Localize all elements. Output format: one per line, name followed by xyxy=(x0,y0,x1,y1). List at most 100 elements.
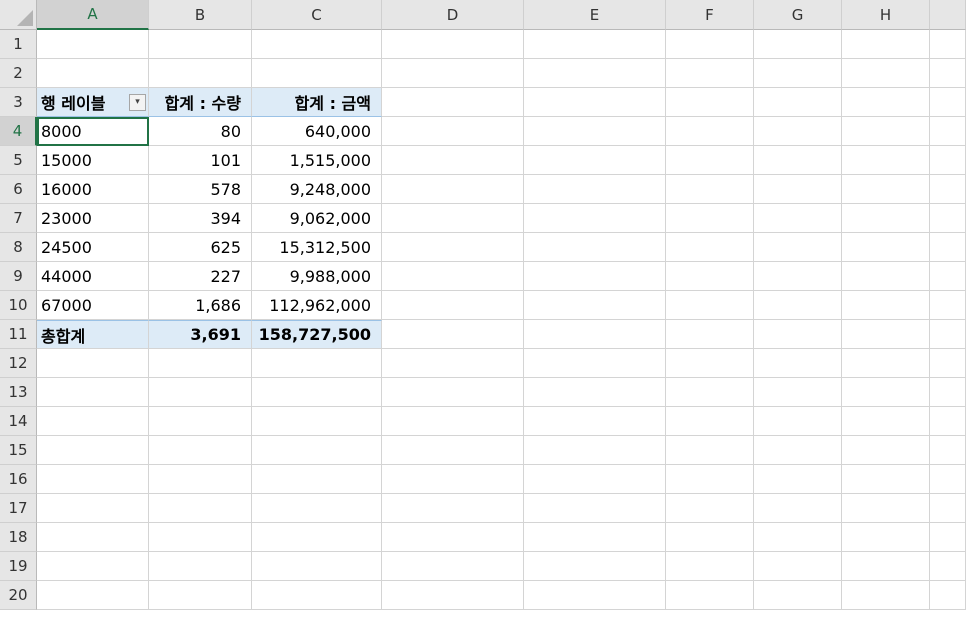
cell[interactable] xyxy=(930,407,966,436)
column-header-e[interactable]: E xyxy=(524,0,666,30)
cell[interactable] xyxy=(382,378,524,407)
cell[interactable] xyxy=(754,262,842,291)
pivot-row-amount[interactable]: 9,988,000 xyxy=(252,262,382,291)
cell[interactable] xyxy=(252,378,382,407)
cell[interactable] xyxy=(666,378,754,407)
cell[interactable] xyxy=(382,494,524,523)
spreadsheet-grid[interactable]: ABCDEFGH123행 레이블 ▾ 합계 : 수량 합계 : 금액 4 8000 80 64… xyxy=(0,0,966,622)
cell[interactable] xyxy=(842,291,930,320)
cell[interactable] xyxy=(252,59,382,88)
row-header-15[interactable]: 15 xyxy=(0,436,37,465)
row-header-4[interactable]: 4 xyxy=(0,117,37,146)
cell[interactable] xyxy=(382,349,524,378)
row-header-16[interactable]: 16 xyxy=(0,465,37,494)
pivot-row-qty[interactable]: 625 xyxy=(149,233,252,262)
cell[interactable] xyxy=(524,262,666,291)
pivot-sum-amount-header[interactable]: 합계 : 금액 xyxy=(252,88,382,117)
cell[interactable] xyxy=(524,523,666,552)
pivot-grand-total-qty[interactable]: 3,691 xyxy=(149,320,252,349)
cell[interactable] xyxy=(382,117,524,146)
cell[interactable] xyxy=(666,581,754,610)
cell[interactable] xyxy=(524,175,666,204)
cell[interactable] xyxy=(382,88,524,117)
cell[interactable] xyxy=(930,88,966,117)
cell[interactable] xyxy=(842,204,930,233)
row-header-7[interactable]: 7 xyxy=(0,204,37,233)
cell[interactable] xyxy=(252,494,382,523)
cell[interactable] xyxy=(842,494,930,523)
cell[interactable] xyxy=(149,30,252,59)
cell[interactable] xyxy=(382,436,524,465)
cell[interactable] xyxy=(666,523,754,552)
cell[interactable] xyxy=(666,204,754,233)
cell[interactable] xyxy=(930,175,966,204)
cell[interactable] xyxy=(37,378,149,407)
cell[interactable] xyxy=(37,494,149,523)
cell[interactable] xyxy=(382,175,524,204)
pivot-row-price[interactable]: 23000 xyxy=(37,204,149,233)
cell[interactable] xyxy=(842,349,930,378)
row-header-3[interactable]: 3 xyxy=(0,88,37,117)
row-header-11[interactable]: 11 xyxy=(0,320,37,349)
cell[interactable] xyxy=(842,436,930,465)
cell[interactable] xyxy=(149,59,252,88)
cell[interactable] xyxy=(524,146,666,175)
cell[interactable] xyxy=(382,407,524,436)
cell[interactable] xyxy=(149,523,252,552)
column-header-g[interactable]: G xyxy=(754,0,842,30)
cell[interactable] xyxy=(666,233,754,262)
cell[interactable] xyxy=(382,291,524,320)
cell[interactable] xyxy=(382,262,524,291)
cell[interactable] xyxy=(754,88,842,117)
cell[interactable] xyxy=(252,407,382,436)
column-header-next[interactable] xyxy=(930,0,966,30)
cell[interactable] xyxy=(149,407,252,436)
cell[interactable] xyxy=(930,552,966,581)
cell[interactable] xyxy=(842,523,930,552)
cell[interactable] xyxy=(754,59,842,88)
row-header-17[interactable]: 17 xyxy=(0,494,37,523)
cell[interactable] xyxy=(252,552,382,581)
row-header-18[interactable]: 18 xyxy=(0,523,37,552)
cell[interactable] xyxy=(149,581,252,610)
pivot-row-qty[interactable]: 394 xyxy=(149,204,252,233)
cell[interactable] xyxy=(252,30,382,59)
cell[interactable] xyxy=(252,581,382,610)
cell[interactable] xyxy=(252,465,382,494)
pivot-grand-total-amount[interactable]: 158,727,500 xyxy=(252,320,382,349)
cell[interactable] xyxy=(754,581,842,610)
cell[interactable] xyxy=(666,262,754,291)
cell[interactable] xyxy=(842,59,930,88)
column-header-c[interactable]: C xyxy=(252,0,382,30)
cell[interactable] xyxy=(930,262,966,291)
cell[interactable] xyxy=(382,552,524,581)
cell[interactable] xyxy=(754,30,842,59)
pivot-row-qty[interactable]: 80 xyxy=(149,117,252,146)
cell[interactable] xyxy=(930,436,966,465)
cell[interactable] xyxy=(149,552,252,581)
row-header-1[interactable]: 1 xyxy=(0,30,37,59)
cell[interactable] xyxy=(666,59,754,88)
cell[interactable] xyxy=(149,349,252,378)
pivot-grand-total-label[interactable]: 총합계 xyxy=(37,320,149,349)
cell[interactable] xyxy=(842,88,930,117)
row-header-6[interactable]: 6 xyxy=(0,175,37,204)
cell[interactable] xyxy=(524,349,666,378)
cell[interactable] xyxy=(842,30,930,59)
cell[interactable] xyxy=(754,146,842,175)
cell[interactable] xyxy=(37,552,149,581)
cell[interactable] xyxy=(524,465,666,494)
cell[interactable] xyxy=(37,523,149,552)
cell[interactable] xyxy=(666,407,754,436)
cell[interactable] xyxy=(930,117,966,146)
column-header-a[interactable]: A xyxy=(37,0,149,30)
cell[interactable] xyxy=(524,552,666,581)
pivot-row-price[interactable]: 15000 xyxy=(37,146,149,175)
pivot-row-price[interactable]: 44000 xyxy=(37,262,149,291)
cell[interactable] xyxy=(666,436,754,465)
cell[interactable] xyxy=(524,117,666,146)
cell[interactable] xyxy=(382,320,524,349)
cell[interactable] xyxy=(930,320,966,349)
cell[interactable] xyxy=(37,349,149,378)
cell[interactable] xyxy=(754,378,842,407)
